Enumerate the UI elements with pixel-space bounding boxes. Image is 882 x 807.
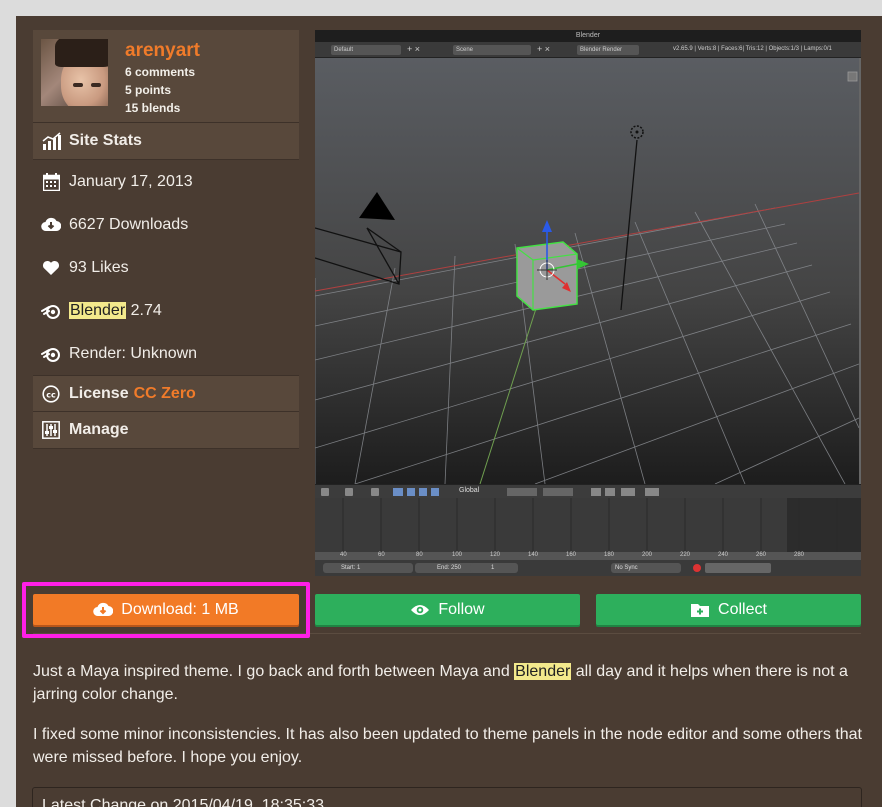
ruler-tick: 180 xyxy=(604,552,615,558)
preview-start-field: Start: 1 xyxy=(341,565,361,571)
stat-blender-version: Blender 2.74 xyxy=(33,289,299,332)
ruler-tick: 80 xyxy=(416,552,423,558)
preview-frame-field: 1 xyxy=(491,565,495,571)
sliders-icon xyxy=(41,420,61,440)
blender-highlight: Blender xyxy=(514,663,572,680)
calendar-icon xyxy=(41,172,61,192)
preview-3d-viewport xyxy=(315,58,860,485)
manage-label: Manage xyxy=(69,421,129,438)
ruler-tick: 100 xyxy=(452,552,463,558)
follow-label: Follow xyxy=(438,600,485,618)
eye-icon xyxy=(410,603,430,617)
preview-engine-field: Blender Render xyxy=(577,45,639,55)
stat-date: January 17, 2013 xyxy=(33,160,299,203)
creative-commons-icon: cc xyxy=(41,384,61,404)
license-link[interactable]: CC Zero xyxy=(134,385,196,403)
theme-preview-image[interactable]: Blender Default + × Scene + × Blender Re… xyxy=(315,30,861,576)
stat-downloads: 6627 Downloads xyxy=(33,203,299,246)
latest-change-box: Latest Change on 2015/04/19, 18:35:33 xyxy=(32,787,862,807)
date-text: January 17, 2013 xyxy=(69,172,193,190)
likes-text: 93 Likes xyxy=(69,258,129,276)
render-text: Render: Unknown xyxy=(69,344,198,362)
ruler-tick: 240 xyxy=(718,552,729,558)
user-points: 5 points xyxy=(125,83,172,97)
user-comments: 6 comments xyxy=(125,65,196,79)
collect-button[interactable]: Collect xyxy=(596,594,861,625)
ruler-tick: 60 xyxy=(378,552,385,558)
preview-stats: v2.65.9 | Verts:8 | Faces:6| Tris:12 | O… xyxy=(673,46,832,52)
blender-logo-icon xyxy=(41,344,61,364)
cloud-download-icon xyxy=(41,215,61,235)
username-link[interactable]: arenyart xyxy=(125,40,200,62)
description-paragraph-1: Just a Maya inspired theme. I go back an… xyxy=(33,660,863,706)
latest-change-text: Latest Change on 2015/04/19, 18:35:33 xyxy=(42,797,325,807)
user-card: arenyart 6 comments 5 points 15 blends xyxy=(33,30,299,123)
folder-add-icon xyxy=(690,602,710,618)
ruler-tick: 260 xyxy=(756,552,767,558)
stat-likes: 93 Likes xyxy=(33,246,299,289)
preview-scene-drawing xyxy=(315,71,860,485)
heart-icon xyxy=(41,258,61,278)
ruler-tick: 120 xyxy=(490,552,501,558)
user-blends: 15 blends xyxy=(125,101,181,115)
ruler-tick: 40 xyxy=(340,552,347,558)
blender-logo-icon xyxy=(41,301,61,321)
preview-scene-field: Scene xyxy=(453,45,531,55)
preview-window-title: Blender xyxy=(315,30,861,42)
blender-version-text: 2.74 xyxy=(126,301,162,319)
site-stats-label: Site Stats xyxy=(69,132,142,149)
ruler-tick: 160 xyxy=(566,552,577,558)
preview-orientation: Global xyxy=(459,487,480,494)
ruler-tick: 220 xyxy=(680,552,691,558)
license-label: License xyxy=(69,384,129,402)
sidebar: arenyart 6 comments 5 points 15 blends S… xyxy=(33,30,299,449)
description-text: Just a Maya inspired theme. I go back an… xyxy=(33,663,515,680)
preview-viewport-toolbar: Global xyxy=(315,484,861,498)
follow-button[interactable]: Follow xyxy=(315,594,580,625)
preview-add-icon: + × xyxy=(407,44,421,54)
preview-add-icon: + × xyxy=(537,44,551,54)
site-stats-header: Site Stats xyxy=(33,123,299,160)
manage-row[interactable]: Manage xyxy=(33,412,299,449)
ruler-tick: 140 xyxy=(528,552,539,558)
avatar[interactable] xyxy=(41,39,108,106)
stat-render: Render: Unknown xyxy=(33,332,299,375)
ruler-tick: 280 xyxy=(794,552,805,558)
preview-sync-field: No Sync xyxy=(615,565,638,571)
stats-chart-icon xyxy=(41,131,61,151)
description-paragraph-2: I fixed some minor inconsistencies. It h… xyxy=(33,726,862,766)
annotation-highlight-box xyxy=(22,582,310,638)
svg-text:cc: cc xyxy=(46,390,56,399)
preview-timeline: 40 60 80 100 120 140 160 180 200 220 240… xyxy=(315,498,861,576)
preview-header-bar: Default + × Scene + × Blender Render v2.… xyxy=(315,42,861,58)
content-panel: arenyart 6 comments 5 points 15 blends S… xyxy=(16,16,882,807)
blender-highlight: Blender xyxy=(69,301,127,319)
preview-layout-field: Default xyxy=(331,45,401,55)
license-row: cc License CC Zero xyxy=(33,375,299,412)
downloads-text: 6627 Downloads xyxy=(69,215,189,233)
collect-label: Collect xyxy=(718,600,767,618)
ruler-tick: 200 xyxy=(642,552,653,558)
preview-end-field: End: 250 xyxy=(437,565,462,571)
